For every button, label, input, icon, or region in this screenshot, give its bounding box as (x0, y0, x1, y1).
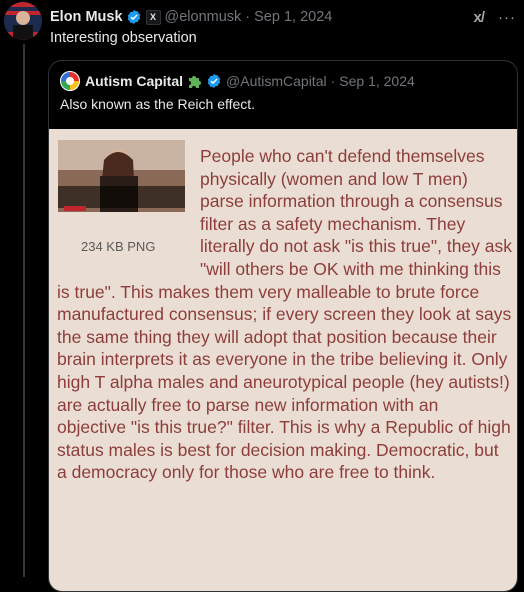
quoted-tweet-text: Also known as the Reich effect. (60, 96, 256, 112)
thumbnail-spacer (57, 145, 200, 259)
tweet-header: Elon Musk X @elonmusk · Sep 1, 2024 x/ ·… (50, 6, 516, 28)
verified-badge-icon (126, 9, 142, 25)
tweet-date[interactable]: Sep 1, 2024 (254, 9, 332, 25)
quoted-tweet-header: Autism Capital @AutismCapital · Sep 1, 2… (60, 71, 507, 91)
puzzle-piece-icon (187, 73, 203, 89)
verified-badge-icon (206, 73, 222, 89)
more-options-icon[interactable]: ··· (498, 9, 516, 26)
grok-icon[interactable]: x/ (473, 9, 484, 26)
x-affiliation-icon: X (145, 9, 161, 25)
quoted-tweet[interactable]: Autism Capital @AutismCapital · Sep 1, 2… (48, 60, 518, 592)
separator-dot: · (245, 9, 251, 25)
author-name[interactable]: Elon Musk (50, 9, 123, 25)
thread-line (23, 44, 25, 577)
embedded-quote-text: People who can't defend themselves physi… (57, 145, 512, 484)
header-actions: x/ ··· (473, 9, 516, 26)
quoted-author-handle[interactable]: @AutismCapital (226, 73, 327, 89)
quoted-tweet-image[interactable]: 234 KB PNG People who can't defend thems… (49, 129, 517, 591)
quoted-avatar[interactable] (60, 71, 80, 91)
quoted-author-name[interactable]: Autism Capital (85, 73, 183, 89)
author-handle[interactable]: @elonmusk (165, 9, 242, 25)
tweet-text: Interesting observation (50, 30, 197, 46)
separator-dot: · (330, 73, 336, 89)
avatar[interactable] (4, 2, 42, 40)
quoted-tweet-date[interactable]: Sep 1, 2024 (339, 73, 415, 89)
